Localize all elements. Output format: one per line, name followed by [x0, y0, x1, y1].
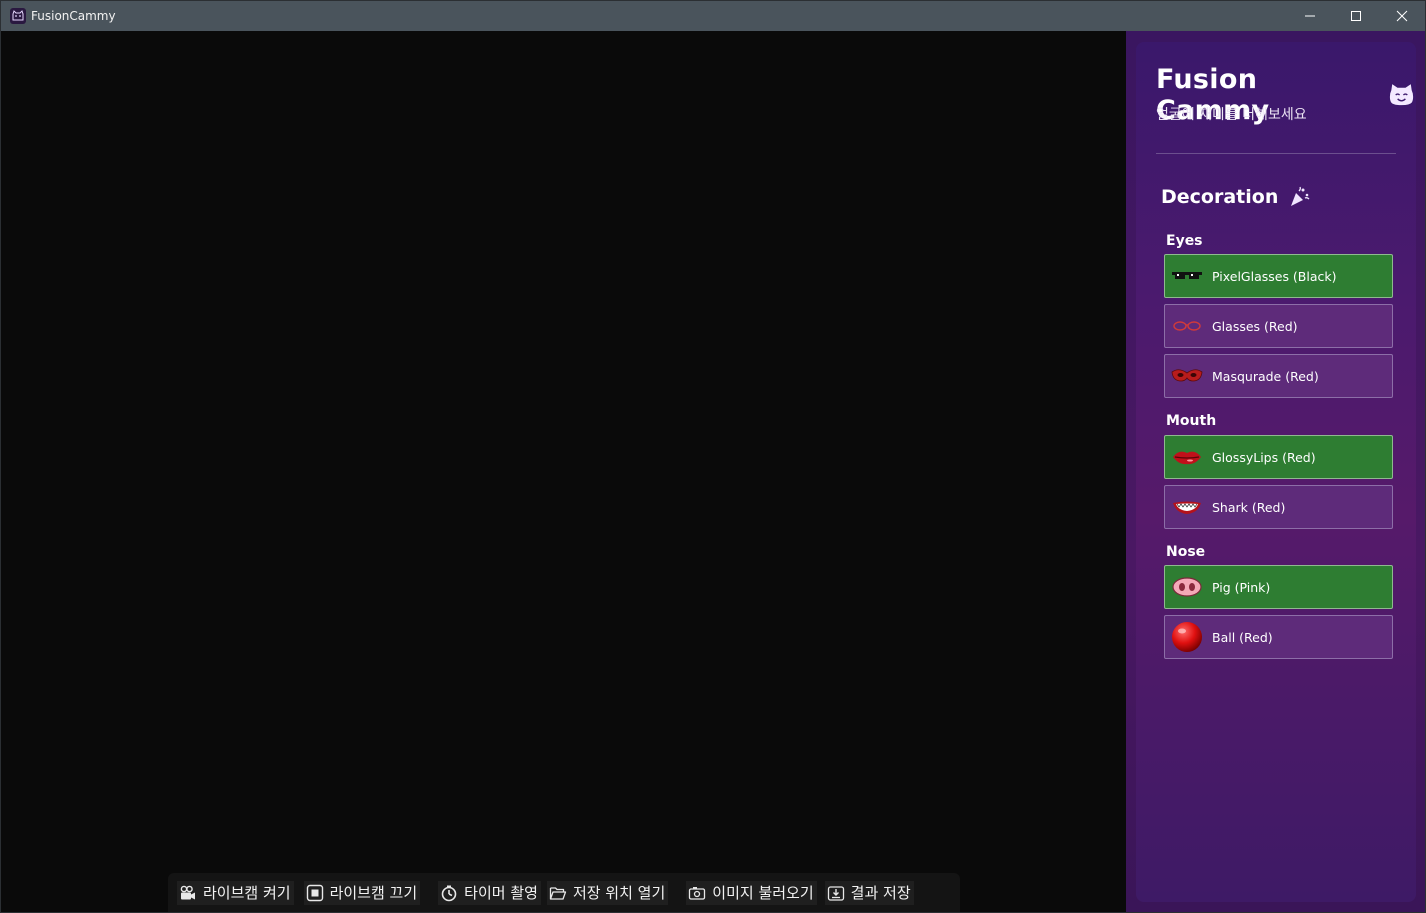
title-bar: FusionCammy: [1, 1, 1425, 31]
masquerade-mask-icon: [1170, 361, 1204, 391]
maximize-icon: [1351, 11, 1361, 21]
group-label-nose: Nose: [1166, 544, 1206, 560]
item-pig-pink[interactable]: Pig (Pink): [1164, 565, 1393, 609]
group-label-mouth: Mouth: [1166, 413, 1217, 429]
timer-shot-label: 타이머 촬영: [464, 884, 538, 902]
open-save-location-label: 저장 위치 열기: [572, 884, 666, 902]
stop-icon: [306, 884, 324, 902]
timer-icon: [440, 884, 458, 902]
load-image-button[interactable]: 이미지 불러오기: [686, 880, 817, 905]
window-title: FusionCammy: [31, 9, 116, 23]
livecam-off-button[interactable]: 라이브캠 끄기: [303, 880, 421, 905]
timer-shot-button[interactable]: 타이머 촬영: [438, 880, 541, 905]
item-ball-red[interactable]: Ball (Red): [1164, 615, 1393, 659]
window-controls: [1287, 1, 1425, 31]
camera-icon: [688, 884, 706, 902]
item-label: Masqurade (Red): [1212, 368, 1319, 384]
item-label: Shark (Red): [1212, 499, 1286, 515]
save-icon: [827, 884, 845, 902]
camcorder-icon: [179, 884, 197, 902]
pig-nose-icon: [1170, 572, 1204, 602]
item-shark-red[interactable]: Shark (Red): [1164, 485, 1393, 529]
close-button[interactable]: [1379, 1, 1425, 31]
decoration-heading: Decoration: [1161, 186, 1310, 208]
item-label: Glasses (Red): [1212, 318, 1298, 334]
folder-icon: [549, 884, 567, 902]
pixel-glasses-icon: [1170, 261, 1204, 291]
item-masqurade-red[interactable]: Masqurade (Red): [1164, 354, 1393, 398]
item-label: GlossyLips (Red): [1212, 449, 1316, 465]
item-label: Ball (Red): [1212, 629, 1273, 645]
app-window: FusionCammy 라이브캠 켜기 라이브캠 끄기 타이머 촬영 저장 위치…: [0, 0, 1426, 913]
minimize-button[interactable]: [1287, 1, 1333, 31]
save-result-button[interactable]: 결과 저장: [824, 880, 914, 905]
open-save-location-button[interactable]: 저장 위치 열기: [546, 880, 669, 905]
item-label: PixelGlasses (Black): [1212, 268, 1337, 284]
glossy-lips-icon: [1170, 442, 1204, 472]
red-glasses-icon: [1170, 311, 1204, 341]
item-glossylips-red[interactable]: GlossyLips (Red): [1164, 435, 1393, 479]
item-glasses-red[interactable]: Glasses (Red): [1164, 304, 1393, 348]
item-pixelglasses-black[interactable]: PixelGlasses (Black): [1164, 254, 1393, 298]
livecam-on-button[interactable]: 라이브캠 켜기: [177, 880, 294, 905]
close-icon: [1396, 10, 1408, 22]
shark-mouth-icon: [1170, 492, 1204, 522]
item-label: Pig (Pink): [1212, 579, 1271, 595]
minimize-icon: [1305, 15, 1315, 17]
group-label-eyes: Eyes: [1166, 233, 1203, 249]
cat-face-icon: [1388, 82, 1415, 107]
load-image-label: 이미지 불러오기: [712, 884, 814, 902]
party-popper-icon: [1291, 186, 1310, 206]
livecam-off-label: 라이브캠 끄기: [329, 884, 418, 902]
red-ball-nose-icon: [1170, 622, 1204, 652]
sidebar-frame: Fusion Cammy 얼굴에 재미를 더해보세요 Decoration Ey…: [1126, 31, 1425, 912]
camera-preview: 라이브캠 켜기 라이브캠 끄기 타이머 촬영 저장 위치 열기 이미지 불러오기…: [1, 31, 1126, 912]
decoration-heading-label: Decoration: [1161, 186, 1279, 208]
divider: [1156, 153, 1396, 154]
brand-subtitle: 얼굴에 재미를 더해보세요: [1156, 107, 1307, 123]
save-result-label: 결과 저장: [850, 884, 911, 902]
maximize-button[interactable]: [1333, 1, 1379, 31]
livecam-on-label: 라이브캠 켜기: [203, 884, 291, 902]
app-logo-icon: [10, 8, 26, 24]
action-toolbar: 라이브캠 켜기 라이브캠 끄기 타이머 촬영 저장 위치 열기 이미지 불러오기…: [168, 873, 960, 912]
decoration-panel: Fusion Cammy 얼굴에 재미를 더해보세요 Decoration Ey…: [1136, 42, 1416, 902]
